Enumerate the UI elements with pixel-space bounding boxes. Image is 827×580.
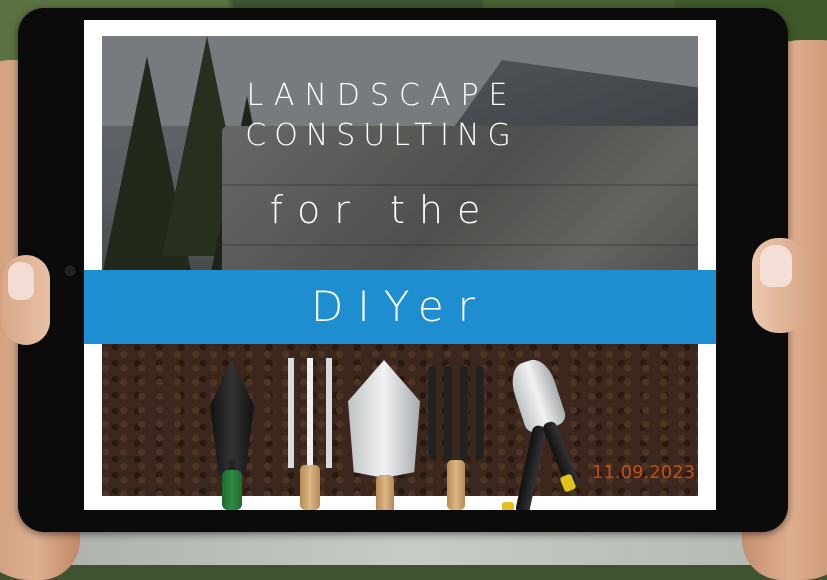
headline-line-3: for the xyxy=(269,188,495,232)
hand-cultivator-grip xyxy=(300,465,320,510)
headline-line-2: CONSULTING xyxy=(245,118,519,153)
hand-cultivator-icon xyxy=(280,358,340,468)
headline-line-1: LANDSCAPE xyxy=(246,78,518,113)
hand-fork-icon xyxy=(428,366,484,462)
left-thumbnail xyxy=(8,262,34,300)
silver-trowel-grip xyxy=(376,475,394,510)
right-thumbnail xyxy=(760,245,792,287)
date-stamp: 11.09.2023 xyxy=(592,462,696,483)
camera-icon xyxy=(65,266,75,276)
pruning-shears-tip xyxy=(502,502,514,510)
hand-fork-grip xyxy=(447,460,465,510)
tablet-screen: LANDSCAPE CONSULTING for the DIYer 11.09… xyxy=(84,20,716,510)
headline-banner-text: DIYer xyxy=(311,282,489,331)
black-trowel-grip xyxy=(222,470,242,510)
